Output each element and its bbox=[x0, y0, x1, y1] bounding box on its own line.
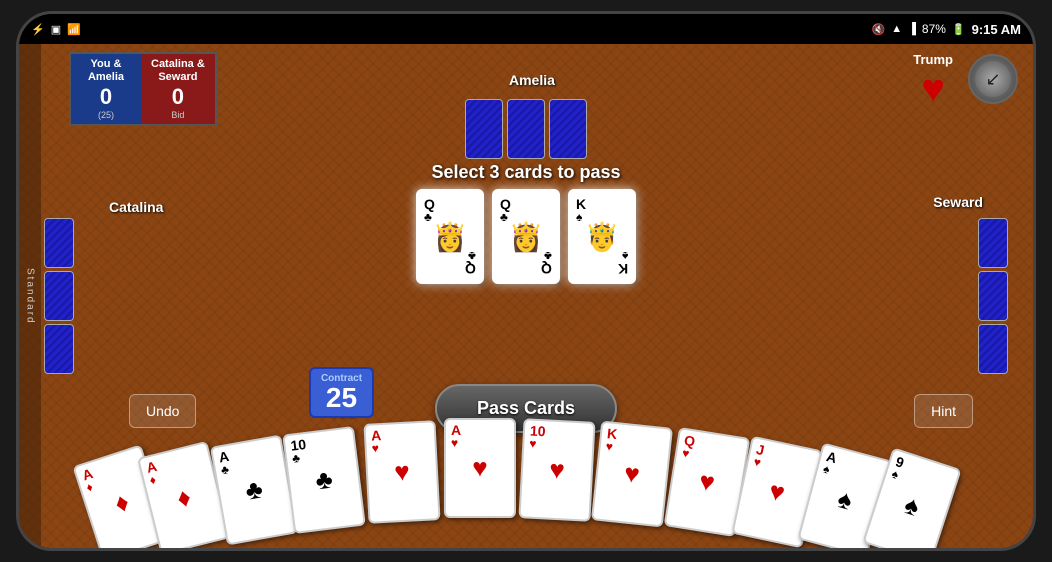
status-bar: ⚡ ▣ 📶 🔇 ▲ ▐ 87% 🔋 9:15 AM bbox=[19, 14, 1033, 44]
team1-score: You &Amelia 0 (25) bbox=[71, 54, 141, 124]
trump-label: Trump bbox=[913, 52, 953, 67]
hc4-center: ♣ bbox=[314, 464, 335, 497]
hc5-suit: ♥ bbox=[371, 442, 379, 454]
hc10-suit: ♥ bbox=[753, 456, 762, 469]
hc1-center: ♦ bbox=[111, 486, 133, 520]
game-area: Standard You &Amelia 0 (25) Catalina &Se… bbox=[19, 44, 1033, 548]
amelia-card-2 bbox=[507, 99, 545, 159]
card1-suit-top: ♣ bbox=[424, 210, 432, 224]
wifi-icon: 📶 bbox=[67, 23, 81, 36]
sim-icon: ▣ bbox=[51, 23, 61, 36]
card3-center: 🤴 bbox=[585, 220, 620, 253]
card3-rank-bot: K bbox=[618, 261, 628, 277]
trump-suit: ♥ bbox=[913, 67, 953, 112]
clock: 9:15 AM bbox=[972, 22, 1021, 37]
trump-btn-icon: ↙ bbox=[985, 69, 1000, 90]
score-panel: You &Amelia 0 (25) Catalina &Seward 0 Bi… bbox=[69, 52, 217, 126]
status-right: 🔇 ▲ ▐ 87% 🔋 9:15 AM bbox=[872, 22, 1022, 37]
card1-rank-bot: Q bbox=[465, 261, 476, 277]
card2-rank-bot: Q bbox=[541, 261, 552, 277]
instruction-text: Select 3 cards to pass bbox=[431, 162, 620, 183]
card2-center: 👸 bbox=[509, 220, 544, 253]
hc9-suit: ♥ bbox=[681, 447, 690, 460]
hc2-suit: ♦ bbox=[148, 473, 157, 486]
contract-badge: Contract 25 bbox=[309, 367, 374, 418]
sidebar-label: Standard bbox=[25, 268, 36, 325]
selected-cards-area: Q ♣ 👸 ♣ Q Q ♣ 👸 ♣ Q K ♠ 🤴 ♠ K bbox=[416, 189, 636, 284]
hc12-center: ♠ bbox=[901, 489, 924, 523]
hand-area: A ♦ ♦ A ♦ ♦ A ♣ ♣ 10 ♣ ♣ A ♥ ♥ bbox=[76, 418, 976, 548]
trump-button[interactable]: ↙ bbox=[968, 54, 1018, 104]
team1-score-value: 0 bbox=[81, 84, 131, 110]
battery-icon: 🔋 bbox=[952, 23, 966, 36]
card2-suit-top: ♣ bbox=[500, 210, 508, 224]
sidebar-label-area: Standard bbox=[19, 44, 41, 548]
hc12-suit: ♠ bbox=[890, 468, 900, 481]
amelia-cards bbox=[465, 99, 587, 159]
card1-center: 👸 bbox=[433, 220, 468, 253]
team2-score-value: 0 bbox=[151, 84, 205, 110]
card3-suit-top: ♠ bbox=[576, 210, 582, 224]
team1-sub: (25) bbox=[81, 110, 131, 120]
hc8-center: ♥ bbox=[623, 458, 642, 490]
hc6-suit: ♥ bbox=[451, 437, 458, 449]
hand-card-4[interactable]: 10 ♣ ♣ bbox=[282, 426, 366, 534]
hc4-suit: ♣ bbox=[291, 452, 300, 465]
catalina-card-1 bbox=[44, 218, 74, 268]
team2-score: Catalina &Seward 0 Bid bbox=[141, 54, 215, 124]
seward-card-3 bbox=[978, 324, 1008, 374]
seward-card-2 bbox=[978, 271, 1008, 321]
hand-card-6[interactable]: A ♥ ♥ bbox=[444, 418, 516, 518]
amelia-card-1 bbox=[465, 99, 503, 159]
hc10-center: ♥ bbox=[766, 475, 788, 509]
hc3-center: ♣ bbox=[243, 473, 265, 506]
hc6-rank: A bbox=[451, 423, 461, 437]
device-frame: ⚡ ▣ 📶 🔇 ▲ ▐ 87% 🔋 9:15 AM Standard You &… bbox=[16, 11, 1036, 551]
hc11-center: ♠ bbox=[834, 483, 855, 517]
trump-area: Trump ♥ bbox=[913, 52, 953, 112]
trump-btn-inner: ↙ bbox=[975, 61, 1011, 97]
selected-card-1[interactable]: Q ♣ 👸 ♣ Q bbox=[416, 189, 484, 284]
hc7-suit: ♥ bbox=[529, 438, 537, 450]
status-left: ⚡ ▣ 📶 bbox=[31, 23, 81, 36]
amelia-card-3 bbox=[549, 99, 587, 159]
catalina-card-3 bbox=[44, 324, 74, 374]
hc7-center: ♥ bbox=[548, 454, 565, 486]
usb-icon: ⚡ bbox=[31, 23, 45, 36]
player-seward: Seward bbox=[933, 194, 983, 210]
hc2-center: ♦ bbox=[174, 481, 194, 514]
hand-card-8[interactable]: K ♥ ♥ bbox=[591, 421, 673, 528]
hc8-suit: ♥ bbox=[605, 440, 613, 453]
battery-level: 87% bbox=[922, 22, 946, 36]
hc11-suit: ♠ bbox=[822, 463, 831, 476]
mute-icon: 🔇 bbox=[872, 23, 886, 36]
catalina-card-2 bbox=[44, 271, 74, 321]
hand-card-7[interactable]: 10 ♥ ♥ bbox=[518, 418, 595, 522]
hand-card-5[interactable]: A ♥ ♥ bbox=[363, 420, 440, 524]
seward-cards bbox=[978, 218, 1008, 374]
selected-card-2[interactable]: Q ♣ 👸 ♣ Q bbox=[492, 189, 560, 284]
hc6-center: ♥ bbox=[472, 453, 487, 484]
catalina-cards bbox=[44, 218, 74, 374]
seward-card-1 bbox=[978, 218, 1008, 268]
hc5-center: ♥ bbox=[393, 456, 410, 488]
player-amelia: Amelia bbox=[509, 72, 555, 88]
hc9-center: ♥ bbox=[697, 465, 717, 498]
contract-number: 25 bbox=[319, 384, 364, 412]
selected-card-3[interactable]: K ♠ 🤴 ♠ K bbox=[568, 189, 636, 284]
wifi-signal-icon: ▲ bbox=[891, 23, 902, 35]
signal-icon: ▐ bbox=[908, 23, 916, 35]
team2-name: Catalina &Seward bbox=[151, 58, 205, 84]
team2-sub: Bid bbox=[151, 110, 205, 120]
player-catalina: Catalina bbox=[109, 199, 163, 215]
hc1-suit: ♦ bbox=[85, 481, 95, 494]
team1-name: You &Amelia bbox=[81, 58, 131, 84]
hc3-suit: ♣ bbox=[220, 463, 230, 476]
